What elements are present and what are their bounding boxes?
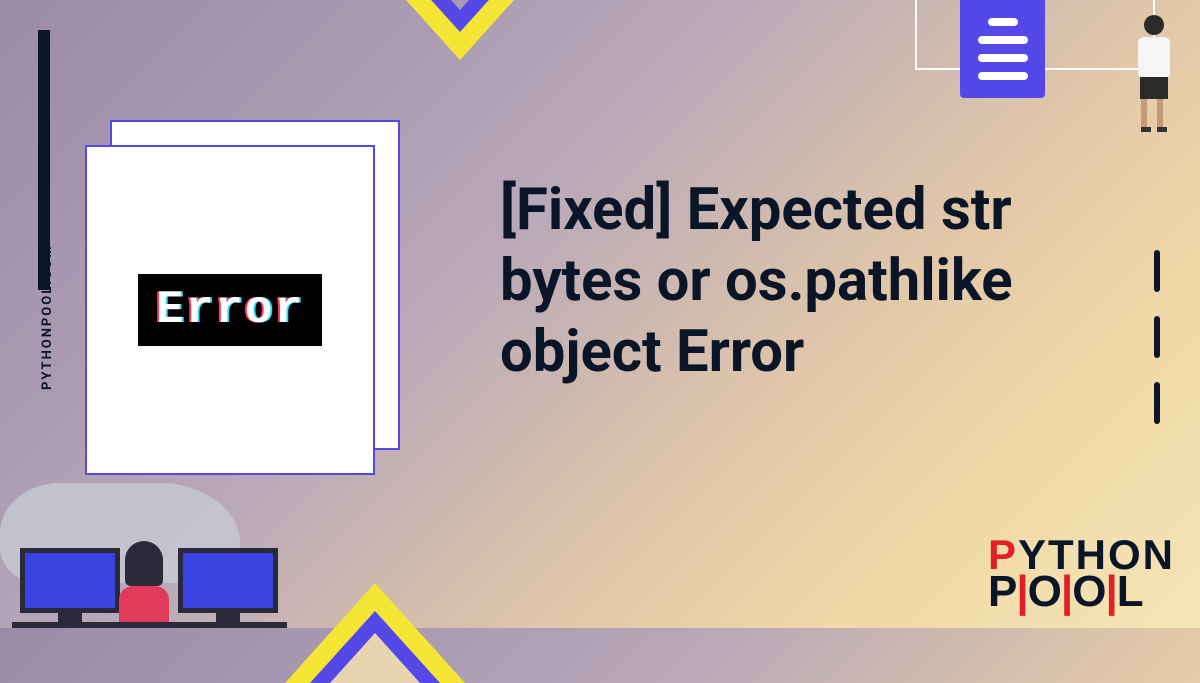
menu-icon [960,0,1045,98]
card-front-layer: Error [85,145,375,475]
page-title: [Fixed] Expected str bytes or os.pathlik… [500,175,1160,387]
error-badge: Error [138,274,322,346]
standing-person-illustration [1138,15,1170,132]
error-card-stack: Error [85,120,400,475]
website-label: PYTHONPOOL.COM [40,244,55,390]
chevron-up-decoration [285,583,465,683]
logo-line2: P|O|O|L [988,573,1175,610]
right-accent-dashes [1154,250,1160,424]
chevron-down-decoration [370,0,550,60]
brand-logo: PYTHON P|O|O|L [988,537,1175,610]
